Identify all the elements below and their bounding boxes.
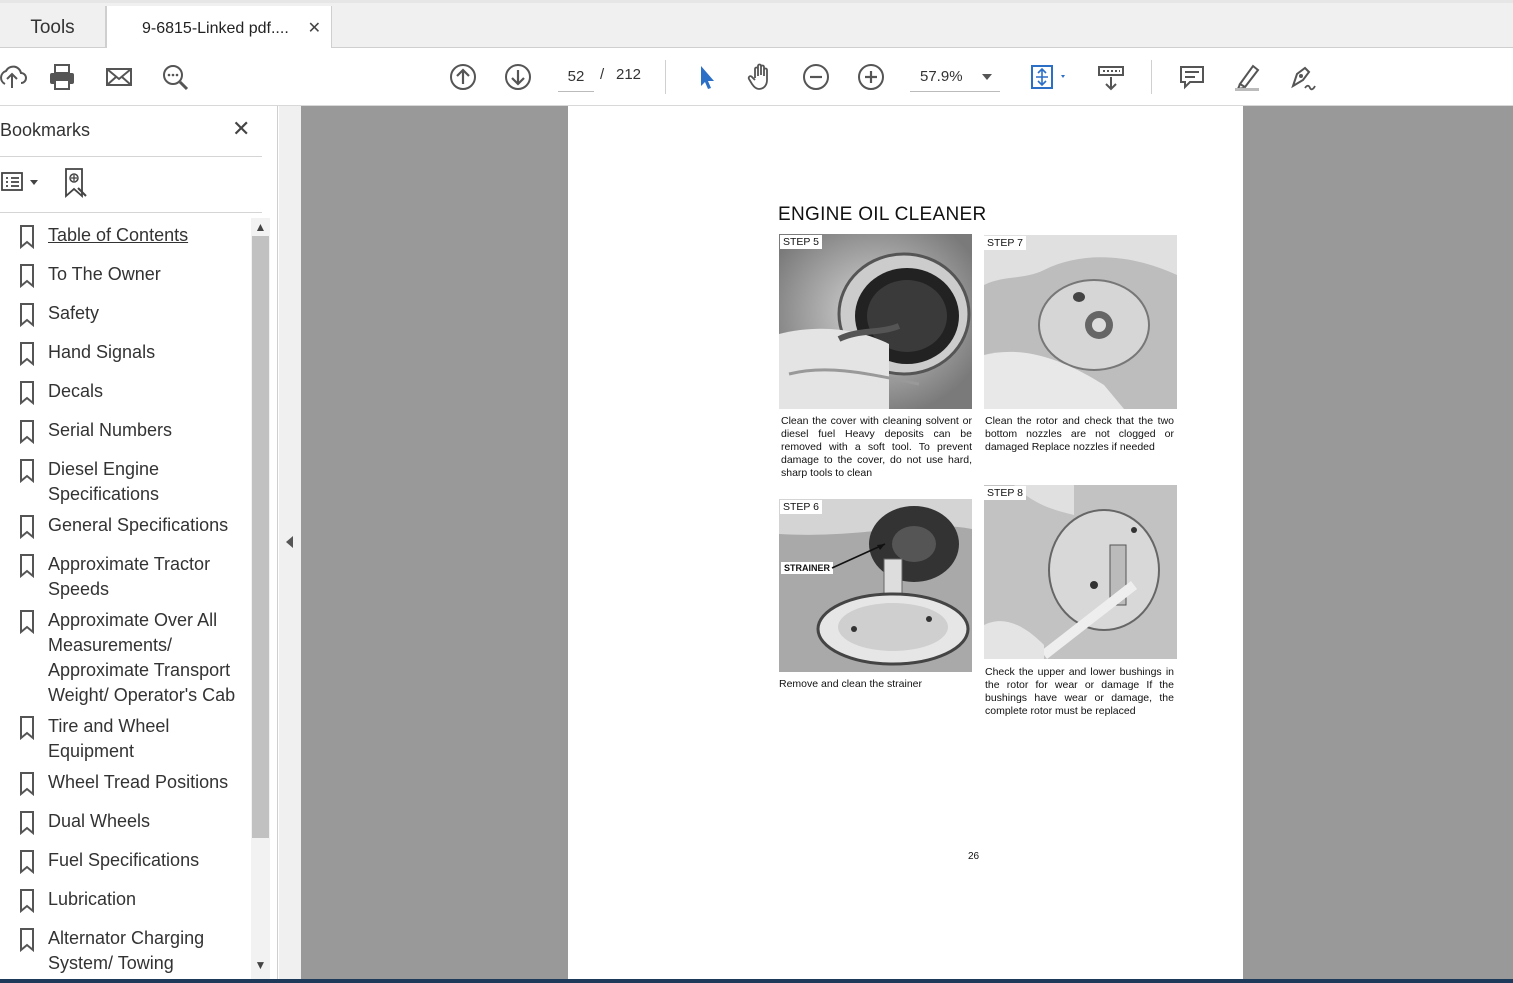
tab-document-label: 9-6815-Linked pdf.... xyxy=(142,19,289,37)
tab-document[interactable]: 9-6815-Linked pdf.... ✕ xyxy=(106,6,332,51)
divider xyxy=(0,212,262,213)
chevron-down-icon xyxy=(982,74,992,80)
bookmark-label: To The Owner xyxy=(48,264,161,284)
scroll-down-icon[interactable]: ▼ xyxy=(252,956,269,974)
taskbar-edge xyxy=(0,979,1513,983)
strainer-callout: STRAINER xyxy=(781,562,834,574)
total-pages: 212 xyxy=(616,66,642,83)
bookmark-label: Decals xyxy=(48,381,104,401)
toolbar: 52 / 212 57.9% xyxy=(0,48,1513,106)
upload-icon[interactable] xyxy=(0,59,30,95)
page-up-icon[interactable] xyxy=(445,59,481,95)
bookmark-label: Hand Signals xyxy=(48,342,156,362)
bookmark-label: Alternator Charging System/ Towing xyxy=(48,928,205,973)
bookmark-label: Approximate Over All Measurements/ Appro… xyxy=(48,610,236,705)
bookmark-icon xyxy=(19,515,35,544)
step-5-photo xyxy=(779,234,972,409)
bookmark-label: Lubrication xyxy=(48,889,137,909)
tab-tools[interactable]: Tools xyxy=(0,6,106,50)
bookmark-icon xyxy=(19,928,35,957)
bookmark-icon xyxy=(19,303,35,332)
panel-collapse-strip[interactable] xyxy=(279,106,301,983)
toolbar-divider xyxy=(1151,60,1152,94)
bookmark-icon xyxy=(19,889,35,918)
bookmark-label: Serial Numbers xyxy=(48,420,173,440)
toolbar-divider xyxy=(665,60,666,94)
bookmark-label: Approximate Tractor Speeds xyxy=(48,554,211,599)
bookmark-icon xyxy=(19,459,35,488)
step-8-label: STEP 8 xyxy=(984,486,1026,500)
close-tab-icon[interactable]: ✕ xyxy=(308,18,321,38)
bookmark-icon xyxy=(19,225,35,254)
step-6-caption: Remove and clean the strainer xyxy=(779,678,922,690)
step-8-caption: Check the upper and lower bushings in th… xyxy=(985,666,1174,717)
print-icon[interactable] xyxy=(44,59,80,95)
page-heading: ENGINE OIL CLEANER xyxy=(778,204,987,225)
comment-icon[interactable] xyxy=(1174,59,1210,95)
find-icon[interactable] xyxy=(157,59,193,95)
bookmark-label: Dual Wheels xyxy=(48,811,151,831)
bookmark-options-button[interactable] xyxy=(0,170,44,199)
zoom-select[interactable]: 57.9% xyxy=(910,62,1000,92)
bookmark-label: Tire and Wheel Equipment xyxy=(48,716,170,761)
bookmark-label: Fuel Specifications xyxy=(48,850,200,870)
zoom-value: 57.9% xyxy=(920,68,963,85)
page-number: 26 xyxy=(968,851,980,862)
step-7-caption: Clean the rotor and check that the two b… xyxy=(985,415,1174,453)
hand-tool-icon[interactable] xyxy=(743,59,779,95)
highlight-icon[interactable] xyxy=(1229,59,1265,95)
sign-icon[interactable] xyxy=(1284,59,1320,95)
bookmark-label: General Specifications xyxy=(48,515,229,535)
select-cursor-icon[interactable] xyxy=(688,59,724,95)
bookmark-icon xyxy=(19,811,35,840)
current-page-input[interactable]: 52 xyxy=(558,62,594,92)
bookmark-label: Safety xyxy=(48,303,100,323)
step-6-label: STEP 6 xyxy=(780,500,822,514)
bookmark-icon xyxy=(19,264,35,293)
page-down-icon[interactable] xyxy=(500,59,536,95)
bookmark-icon xyxy=(19,610,35,639)
zoom-out-icon[interactable] xyxy=(798,59,834,95)
bookmarks-title: Bookmarks xyxy=(0,120,91,140)
email-icon[interactable] xyxy=(101,59,137,95)
bookmark-label: Table of Contents xyxy=(48,225,189,245)
bookmark-icon xyxy=(19,716,35,745)
bookmark-icon xyxy=(19,772,35,801)
read-mode-icon[interactable] xyxy=(1093,59,1129,95)
step-5-caption: Clean the cover with cleaning solvent or… xyxy=(781,415,972,479)
step-7-label: STEP 7 xyxy=(984,236,1026,250)
callout-arrow-icon xyxy=(831,543,886,569)
bookmark-list: Table of Contents To The Owner Safety Ha… xyxy=(0,218,250,983)
document-viewport[interactable]: ENGINE OIL CLEANER STEP 5 Clean the cove… xyxy=(301,106,1513,983)
bookmark-icon xyxy=(19,342,35,371)
step-6-photo xyxy=(779,499,972,672)
divider xyxy=(0,156,262,157)
scrollbar-thumb[interactable] xyxy=(252,236,269,838)
bookmark-icon xyxy=(19,850,35,879)
pdf-page: ENGINE OIL CLEANER STEP 5 Clean the cove… xyxy=(568,106,1243,983)
bookmark-label: Wheel Tread Positions xyxy=(48,772,229,792)
close-panel-icon[interactable]: ✕ xyxy=(232,116,250,142)
bookmark-icon xyxy=(19,381,35,410)
fit-page-icon[interactable] xyxy=(1023,59,1071,95)
bookmark-label: Diesel Engine Specifications xyxy=(48,459,160,504)
step-5-label: STEP 5 xyxy=(780,235,822,249)
new-bookmark-icon[interactable] xyxy=(62,166,90,203)
bookmarks-panel: Bookmarks ✕ Table of Contents To The Own… xyxy=(0,106,278,983)
bookmark-icon xyxy=(19,554,35,583)
tab-bar: Tools 9-6815-Linked pdf.... ✕ xyxy=(0,0,1513,51)
collapse-arrow-icon[interactable] xyxy=(286,536,293,548)
bookmark-icon xyxy=(19,420,35,449)
step-8-photo xyxy=(984,485,1177,659)
page-separator: / xyxy=(600,66,605,83)
scroll-up-icon[interactable]: ▲ xyxy=(252,218,269,236)
zoom-in-icon[interactable] xyxy=(853,59,889,95)
step-7-photo xyxy=(984,235,1177,409)
